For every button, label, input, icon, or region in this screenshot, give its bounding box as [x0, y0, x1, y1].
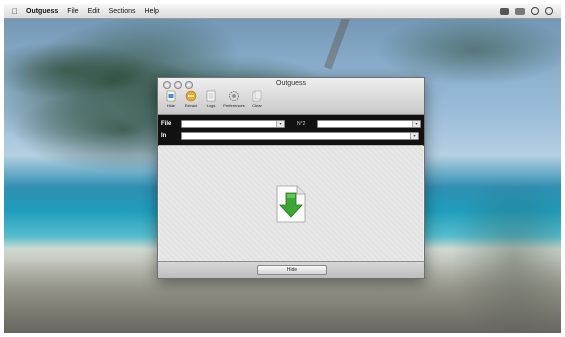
drop-download-icon — [276, 185, 306, 223]
toolbar-hide-label: Hide — [166, 103, 176, 108]
chevron-down-icon[interactable]: ▾ — [410, 132, 418, 139]
toolbar-logs-label: Logs — [206, 103, 216, 108]
hide-icon — [165, 89, 178, 102]
toolbar-extract-label: Extract — [184, 103, 198, 108]
window-title: Outguess — [276, 80, 306, 87]
toolbar-logs-button[interactable]: Logs — [203, 89, 219, 108]
file-form: File ▾ N°2 ▾ In ▾ — [158, 115, 424, 146]
menu-bar:  Outguess File Edit Sections Help — [4, 4, 561, 19]
window-toolbar: Hide Extract Logs Preferences Clear — [163, 89, 265, 108]
toolbar-preferences-button[interactable]: Preferences — [223, 89, 245, 108]
menu-app-name[interactable]: Outguess — [26, 8, 58, 15]
file-combo[interactable]: ▾ — [180, 119, 285, 128]
preferences-icon — [228, 89, 241, 102]
battery-icon[interactable] — [515, 7, 525, 15]
chevron-down-icon[interactable]: ▾ — [276, 120, 284, 127]
clear-icon — [251, 89, 264, 102]
menu-sections[interactable]: Sections — [109, 8, 136, 15]
chevron-down-icon[interactable]: ▾ — [412, 120, 420, 127]
toolbar-extract-button[interactable]: Extract — [183, 89, 199, 108]
outguess-window: Outguess Hide Extract Logs Preferences C… — [157, 77, 425, 279]
window-titlebar: Outguess Hide Extract Logs Preferences C… — [158, 78, 424, 115]
menu-help[interactable]: Help — [145, 8, 159, 15]
n2-label: N°2 — [297, 120, 306, 127]
window-bottom-bar: Hide — [158, 261, 424, 278]
spotlight-icon[interactable] — [545, 7, 553, 15]
extract-icon — [185, 89, 198, 102]
menu-file[interactable]: File — [67, 8, 78, 15]
clock-icon[interactable] — [531, 7, 539, 15]
in-combo[interactable]: ▾ — [181, 131, 419, 140]
toolbar-clear-button[interactable]: Clear — [249, 89, 265, 108]
apple-menu-icon[interactable]:  — [10, 7, 20, 16]
menu-edit[interactable]: Edit — [88, 8, 100, 15]
palm-trunk — [323, 10, 353, 70]
in-label: In — [161, 132, 167, 139]
logs-icon — [205, 89, 218, 102]
hide-button[interactable]: Hide — [257, 265, 327, 275]
file-label: File — [161, 120, 172, 127]
drop-zone[interactable] — [159, 145, 423, 262]
lock-icon[interactable] — [500, 7, 509, 15]
n2-combo[interactable]: ▾ — [316, 119, 421, 128]
toolbar-clear-label: Clear — [252, 103, 262, 108]
toolbar-preferences-label: Preferences — [223, 103, 245, 108]
toolbar-hide-button[interactable]: Hide — [163, 89, 179, 108]
